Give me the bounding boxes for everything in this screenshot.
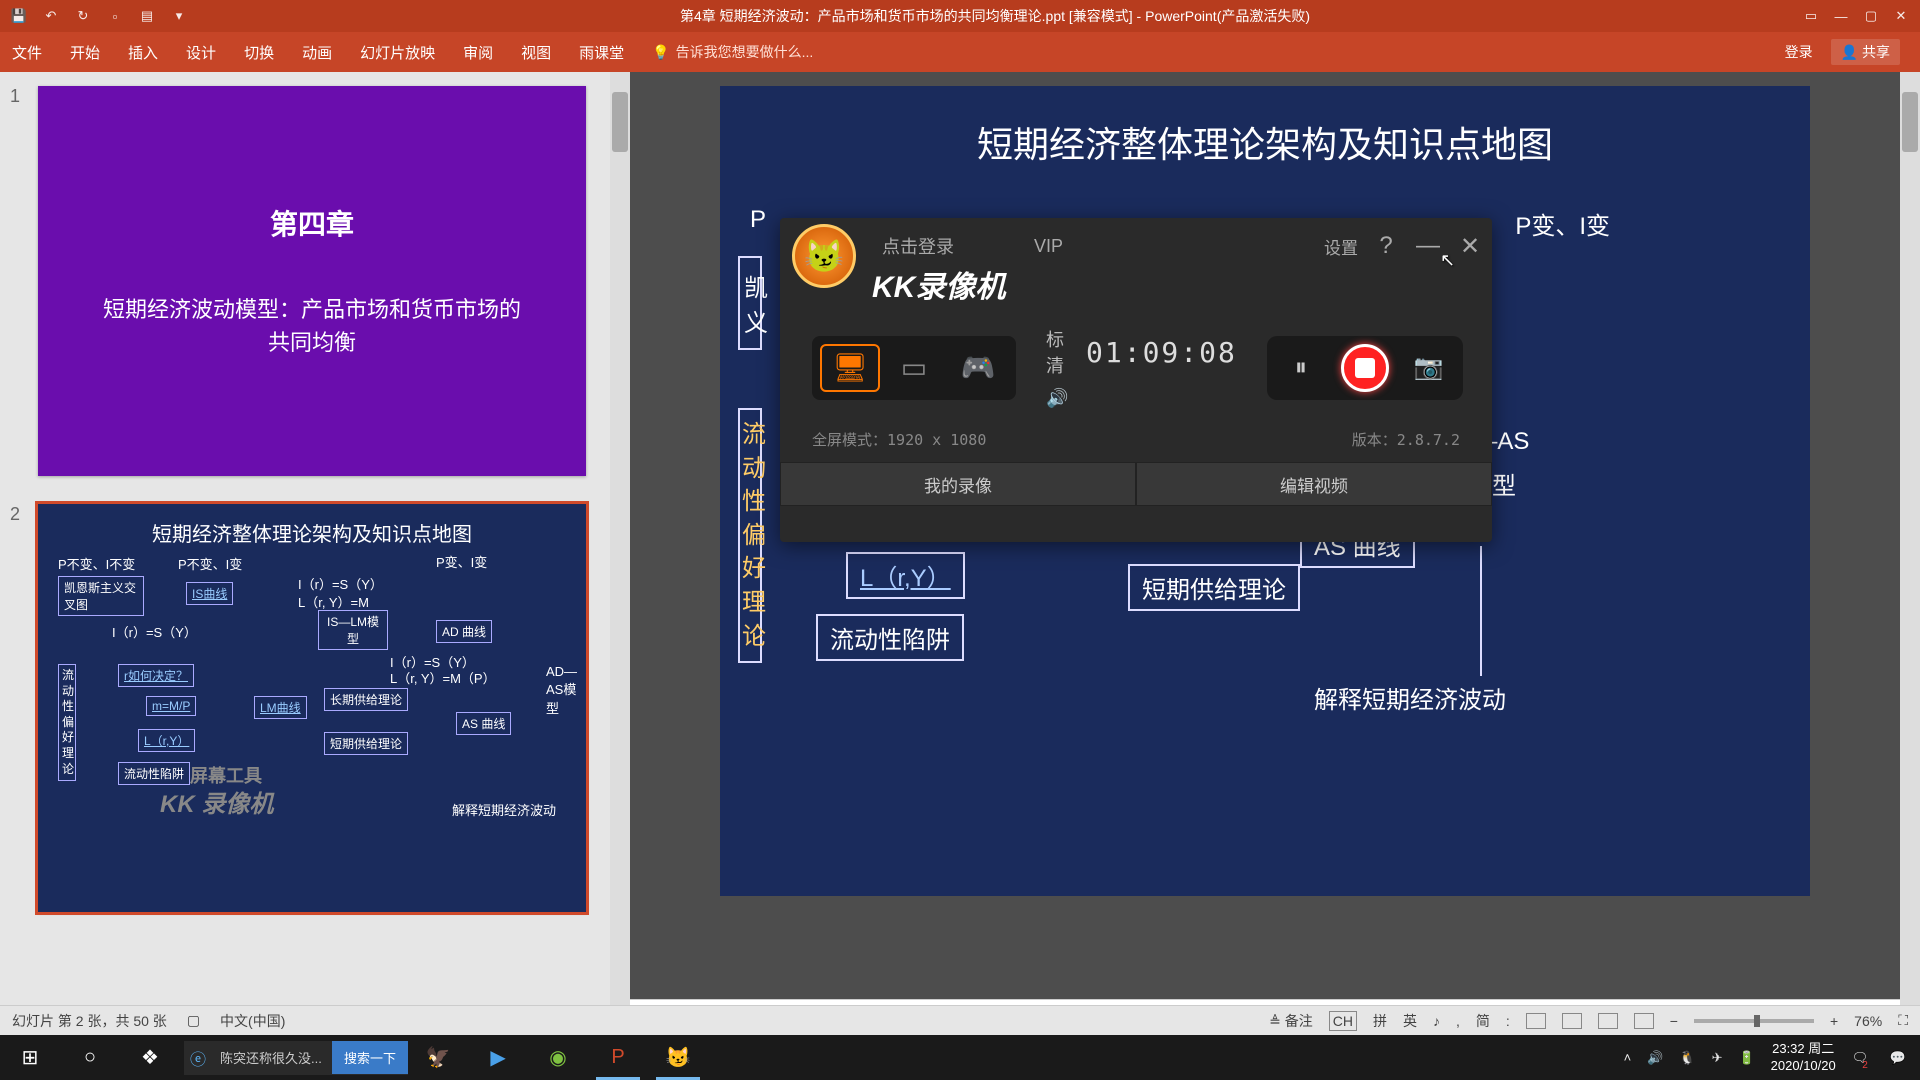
login-button[interactable]: 登录	[1785, 42, 1813, 62]
search-button[interactable]: 搜索一下	[332, 1041, 408, 1074]
recording-time: 01:09:08	[1086, 336, 1237, 369]
powershell-icon[interactable]: ▶	[468, 1035, 528, 1080]
qat-dropdown-icon[interactable]: ▾	[170, 7, 188, 25]
version-info: 版本：2.8.7.2	[1352, 429, 1460, 450]
screen-recorder-window[interactable]: 点击登录 VIP 设置 ? — ✕ KK录像机 🖥 ▭ 🎮 标清 01:09:0…	[780, 218, 1492, 542]
tell-me[interactable]: 💡 告诉我您想要做什么...	[652, 42, 813, 62]
view-sorter-icon[interactable]	[1562, 1013, 1582, 1029]
close-icon[interactable]: ✕	[1456, 232, 1484, 260]
start-button[interactable]: ⊞	[0, 1035, 60, 1080]
tab-review[interactable]: 审阅	[463, 42, 493, 63]
window-title: 第4章 短期经济波动：产品市场和货币市场的共同均衡理论.ppt [兼容模式] -…	[188, 6, 1802, 26]
tray-chevron-icon[interactable]: ˄	[1624, 1050, 1632, 1065]
qat-icon-2[interactable]: ▤	[138, 7, 156, 25]
slide-thumbnail-2[interactable]: 短期经济整体理论架构及知识点地图 P不变、I不变 P不变、I变 P变、I变 凯恩…	[38, 504, 586, 912]
language-indicator[interactable]: 中文(中国)	[220, 1011, 285, 1031]
slide-scrollbar[interactable]	[1900, 72, 1920, 1035]
ribbon-options-icon[interactable]: ▭	[1802, 7, 1820, 25]
taskbar: ⊞ ○ ❖ ⓔ 搜索一下 🦅 ▶ ◉ P 😼 ˄ 🔊 🐧 ✈ 🔋 23:32 周…	[0, 1035, 1920, 1080]
my-recordings-tab[interactable]: 我的录像	[780, 462, 1136, 506]
airplane-icon[interactable]: ✈	[1712, 1050, 1723, 1066]
recorder-vip[interactable]: VIP	[1034, 236, 1063, 257]
browser-icon[interactable]: ◉	[528, 1035, 588, 1080]
share-button[interactable]: 👤 共享	[1831, 39, 1900, 65]
record-mode-selector: 🖥 ▭ 🎮	[812, 336, 1016, 400]
recorder-logo-icon	[792, 224, 856, 288]
fullscreen-mode-icon[interactable]: 🖥	[820, 344, 880, 392]
powerpoint-icon[interactable]: P	[588, 1035, 648, 1080]
thumb-number: 2	[10, 504, 28, 912]
tab-home[interactable]: 开始	[70, 42, 100, 63]
fit-window-icon[interactable]: ⛶	[1898, 1012, 1908, 1029]
minimize-icon[interactable]: —	[1832, 7, 1850, 25]
status-bar: 幻灯片 第 2 张，共 50 张 ▢ 中文(中国) ≜ 备注 CH 拼 英 ♪ …	[0, 1005, 1920, 1035]
region-mode-icon[interactable]: ▭	[884, 344, 944, 392]
tab-transitions[interactable]: 切换	[244, 42, 274, 63]
tab-view[interactable]: 视图	[521, 42, 551, 63]
action-center-icon[interactable]: 💬	[1890, 1050, 1906, 1066]
search-input[interactable]	[212, 1050, 332, 1065]
volume-icon[interactable]: 🔊	[1647, 1050, 1663, 1066]
close-window-icon[interactable]: ✕	[1892, 7, 1910, 25]
task-view-icon[interactable]: ❖	[120, 1035, 180, 1080]
slide-editor: 短期经济整体理论架构及知识点地图 P P变、I变 凯义 流动性偏好理论 AD 曲…	[630, 72, 1900, 1035]
title-bar: 💾 ↶ ↻ ▫ ▤ ▾ 第4章 短期经济波动：产品市场和货币市场的共同均衡理论.…	[0, 0, 1920, 32]
thumbnail-scrollbar[interactable]	[610, 72, 630, 1035]
view-normal-icon[interactable]	[1526, 1013, 1546, 1029]
content-area: 1 第四章 短期经济波动模型：产品市场和货币市场的共同均衡 2 短期经济整体理论…	[0, 72, 1920, 1035]
slide-thumbnail-1[interactable]: 第四章 短期经济波动模型：产品市场和货币市场的共同均衡	[38, 86, 586, 476]
view-slideshow-icon[interactable]	[1634, 1013, 1654, 1029]
edit-video-tab[interactable]: 编辑视频	[1136, 462, 1492, 506]
qat-icon-1[interactable]: ▫	[106, 7, 124, 25]
minimize-icon[interactable]: —	[1414, 232, 1442, 260]
view-reading-icon[interactable]	[1598, 1013, 1618, 1029]
recorder-brand: KK录像机	[872, 262, 1492, 306]
zoom-level[interactable]: 76%	[1854, 1013, 1882, 1029]
ribbon: 文件 开始 插入 设计 切换 动画 幻灯片放映 审阅 视图 雨课堂 💡 告诉我您…	[0, 32, 1920, 72]
tab-rain[interactable]: 雨课堂	[579, 42, 624, 63]
ime-status[interactable]: CH	[1329, 1011, 1357, 1031]
recorder-settings[interactable]: 设置	[1324, 234, 1358, 259]
taskbar-search[interactable]: ⓔ 搜索一下	[184, 1041, 408, 1075]
help-icon[interactable]: ?	[1372, 232, 1400, 260]
game-mode-icon[interactable]: 🎮	[948, 344, 1008, 392]
stop-button[interactable]	[1341, 344, 1389, 392]
zoom-out-icon[interactable]: −	[1670, 1013, 1678, 1029]
zoom-in-icon[interactable]: +	[1830, 1013, 1838, 1029]
quality-label[interactable]: 标清	[1046, 326, 1064, 378]
tab-file[interactable]: 文件	[12, 42, 42, 63]
pause-button[interactable]: ⏸	[1281, 348, 1321, 388]
notes-toggle[interactable]: ≜ 备注	[1269, 1011, 1313, 1031]
app-icon-1[interactable]: 🦅	[408, 1035, 468, 1080]
tab-insert[interactable]: 插入	[128, 42, 158, 63]
notification-icon[interactable]: 🗨2	[1852, 1050, 1874, 1066]
system-clock[interactable]: 23:32 周二 2020/10/20	[1771, 1041, 1836, 1075]
qq-icon[interactable]: 🐧	[1679, 1050, 1695, 1066]
spell-check-icon[interactable]: ▢	[187, 1012, 200, 1029]
undo-icon[interactable]: ↶	[42, 7, 60, 25]
maximize-icon[interactable]: ▢	[1862, 7, 1880, 25]
audio-icon[interactable]: 🔊	[1046, 388, 1068, 409]
mode-resolution: 全屏模式：1920 x 1080	[812, 429, 986, 450]
save-icon[interactable]: 💾	[10, 7, 28, 25]
recorder-login[interactable]: 点击登录	[882, 233, 954, 259]
zoom-slider[interactable]	[1694, 1019, 1814, 1023]
tab-animations[interactable]: 动画	[302, 42, 332, 63]
battery-icon[interactable]: 🔋	[1738, 1050, 1754, 1066]
slide-counter: 幻灯片 第 2 张，共 50 张	[12, 1011, 167, 1031]
redo-icon[interactable]: ↻	[74, 7, 92, 25]
tab-slideshow[interactable]: 幻灯片放映	[360, 42, 435, 63]
cortana-icon[interactable]: ○	[60, 1035, 120, 1080]
mouse-cursor-icon: ↖	[1440, 250, 1455, 271]
tab-design[interactable]: 设计	[186, 42, 216, 63]
screenshot-button[interactable]: 📷	[1409, 348, 1449, 388]
thumbnail-panel[interactable]: 1 第四章 短期经济波动模型：产品市场和货币市场的共同均衡 2 短期经济整体理论…	[0, 72, 610, 1035]
recorder-taskbar-icon[interactable]: 😼	[648, 1035, 708, 1080]
thumb-number: 1	[10, 86, 28, 476]
